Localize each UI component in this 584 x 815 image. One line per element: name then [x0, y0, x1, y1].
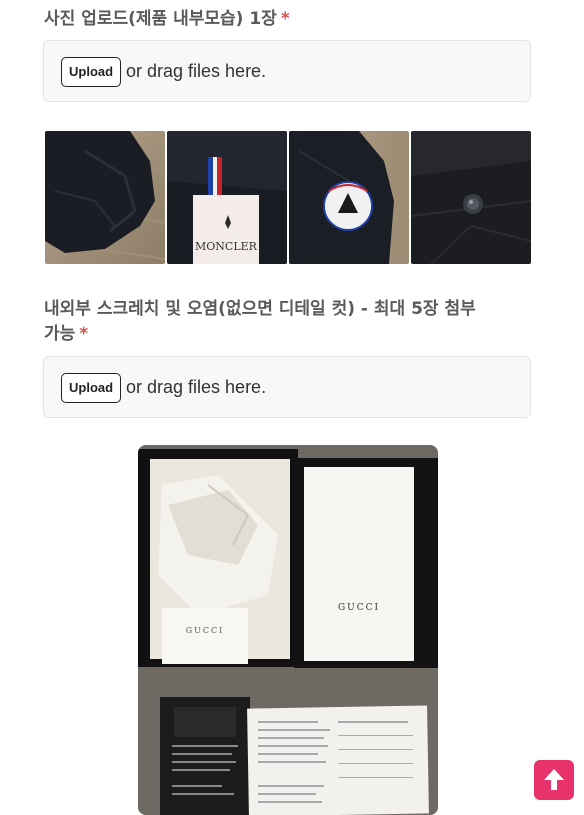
uploaded-thumbnail-tag[interactable]: MONCLER: [167, 131, 287, 264]
scroll-to-top-button[interactable]: [534, 760, 574, 800]
field-label-text-line1: 내외부 스크레치 및 오염(없으면 디테일 컷) - 최대 5장 첨부: [44, 299, 476, 319]
uploaded-photo-gucci-box[interactable]: GUCCI GUCCI: [138, 445, 438, 815]
required-mark: *: [79, 324, 89, 344]
gucci-card-text: GUCCI: [186, 626, 225, 635]
field-label-internal-photo: 사진 업로드(제품 내부모습) 1장 *: [44, 7, 524, 32]
uploaded-thumbnail-sleeve[interactable]: [45, 131, 165, 264]
field-label-scratches: 내외부 스크레치 및 오염(없으면 디테일 컷) - 최대 5장 첨부 가능 *: [44, 297, 524, 347]
arrow-up-icon: [544, 769, 564, 790]
upload-button[interactable]: Upload: [61, 373, 122, 403]
gucci-box-text: GUCCI: [338, 603, 380, 613]
upload-button[interactable]: Upload: [61, 57, 122, 87]
uploaded-thumbnail-button[interactable]: [411, 131, 531, 264]
field-label-text: 사진 업로드(제품 내부모습) 1장: [44, 9, 277, 29]
drag-hint: or drag files here.: [126, 61, 267, 81]
required-mark: *: [280, 9, 290, 29]
field-label-text-line2: 가능: [44, 324, 76, 344]
drag-hint: or drag files here.: [126, 377, 267, 397]
moncler-tag-text: MONCLER: [195, 240, 258, 253]
file-drop-zone-2[interactable]: Upload or drag files here.: [43, 356, 531, 418]
uploaded-thumbnail-badge[interactable]: [289, 131, 409, 264]
file-drop-zone-1[interactable]: Upload or drag files here.: [43, 40, 531, 102]
